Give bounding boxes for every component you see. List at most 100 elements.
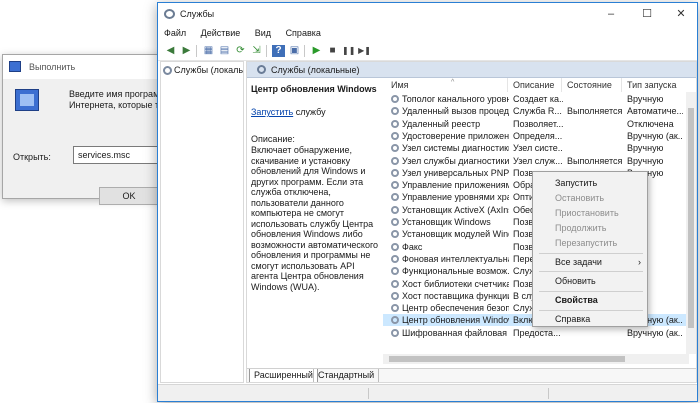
table-row[interactable]: Удаленный вызов процеду... Служба R... Вып…: [383, 105, 689, 117]
all-tasks-label: Все задачи: [555, 257, 602, 267]
cell-text: Установщик модулей Wind...: [402, 229, 509, 240]
cell-text: Позволяет...: [513, 118, 563, 129]
view-tabs: Расширенный Стандартный: [247, 368, 696, 382]
menu-item-restart[interactable]: Перезапустить: [533, 237, 647, 250]
menu-view[interactable]: Вид: [249, 25, 277, 38]
run-ok-button[interactable]: OK: [99, 187, 159, 205]
cell-text: Узел служ...: [513, 155, 563, 166]
window-title: Службы: [180, 9, 215, 19]
menu-item-properties[interactable]: Свойства: [533, 294, 647, 307]
menu-item-help[interactable]: Справка: [533, 313, 647, 326]
table-row[interactable]: Узел службы диагностики Узел служ... Выпол…: [383, 155, 689, 167]
refresh-icon[interactable]: ⟳: [234, 45, 247, 57]
cell-text: Фоновая интеллектуальна...: [402, 253, 509, 264]
cell-name: Узел универсальных PNP-...: [391, 167, 509, 179]
forward-arrow-icon[interactable]: ▶: [180, 45, 193, 57]
cell-name: Управление уровнями хра...: [391, 191, 509, 203]
menu-item-start[interactable]: Запустить: [533, 177, 647, 190]
sort-up-icon: ^: [451, 79, 455, 86]
cell-startup-type: Отключена: [627, 118, 683, 130]
table-row[interactable]: Узел системы диагностики Узел систе... Вру…: [383, 142, 689, 154]
tree-item-services-local[interactable]: Службы (локальны: [163, 65, 243, 77]
console-tree-icon[interactable]: ▦: [202, 45, 215, 57]
menu-item-pause[interactable]: Приостановить: [533, 207, 647, 220]
column-divider[interactable]: [507, 78, 508, 92]
menu-item-stop[interactable]: Остановить: [533, 192, 647, 205]
back-arrow-icon[interactable]: ◀: [164, 45, 177, 57]
pane-header-title: Службы (локальные): [271, 65, 360, 75]
cell-text: Служба R...: [513, 106, 562, 117]
cell-description: Создает ка...: [513, 93, 563, 105]
stop-service-icon[interactable]: ■: [326, 45, 339, 57]
cell-text: Установщик ActiveX (AxIns...: [402, 204, 509, 215]
vertical-scroll-thumb[interactable]: [688, 108, 694, 328]
menu-item-all-tasks[interactable]: Все задачи ›: [533, 256, 647, 269]
cell-startup-type: Вручную: [627, 142, 683, 154]
cell-status: Выполняется: [567, 105, 623, 117]
cell-text: Позв: [513, 278, 534, 289]
cell-description: Позволяет...: [513, 118, 563, 130]
properties-icon[interactable]: ▤: [218, 45, 231, 57]
menu-help[interactable]: Справка: [280, 25, 327, 38]
column-status[interactable]: Состояние: [567, 78, 612, 92]
minimize-button[interactable]: –: [594, 3, 628, 25]
table-row[interactable]: Удостоверение приложения Определя... Вручн…: [383, 130, 689, 142]
cell-name: Установщик модулей Wind...: [391, 228, 509, 240]
action-pane-icon[interactable]: ▣: [288, 45, 301, 57]
menu-file[interactable]: Файл: [158, 25, 192, 38]
close-button[interactable]: ✕: [664, 3, 698, 25]
service-gear-icon: [391, 304, 399, 313]
service-gear-icon: [391, 131, 399, 140]
cell-name: Хост поставщика функции...: [391, 290, 509, 302]
table-row[interactable]: Шифрованная файловая с... Предоста... Вруч…: [383, 327, 689, 339]
cell-status: [567, 327, 623, 339]
restart-service-icon[interactable]: ▶❚: [358, 45, 371, 57]
tree-item-label: Службы (локальны: [174, 65, 243, 75]
cell-name: Центр обновления Windows: [391, 314, 509, 326]
menu-action[interactable]: Действие: [195, 25, 247, 38]
cell-text: Хост поставщика функции...: [402, 290, 509, 301]
maximize-button[interactable]: ☐: [630, 3, 664, 25]
service-gear-icon: [391, 119, 399, 128]
service-detail-panel: Центр обновления Windows Запустить служб…: [247, 78, 383, 368]
column-divider[interactable]: [561, 78, 562, 92]
horizontal-scroll-thumb[interactable]: [389, 356, 625, 362]
start-service-link[interactable]: Запустить: [251, 107, 293, 117]
service-gear-icon: [391, 316, 399, 325]
cell-text: Шифрованная файловая с...: [402, 327, 509, 338]
column-divider[interactable]: [621, 78, 622, 92]
help-icon[interactable]: ?: [272, 45, 285, 57]
column-name[interactable]: Имя ^: [391, 78, 454, 92]
start-service-icon[interactable]: ▶: [310, 45, 323, 57]
cell-text: Позв: [513, 217, 534, 227]
table-row[interactable]: Удаленный реестр Позволяет... Отключена: [383, 118, 689, 130]
pause-service-icon[interactable]: ❚❚: [342, 45, 355, 57]
services-gear-icon: [257, 65, 266, 74]
cell-name: Шифрованная файловая с...: [391, 327, 509, 339]
cell-description: Определя...: [513, 130, 563, 142]
cell-text: Автоматиче...: [627, 106, 683, 117]
menu-separator: [539, 291, 643, 292]
column-startup-type[interactable]: Тип запуска: [627, 78, 677, 92]
cell-text: Предоста...: [513, 327, 561, 338]
service-gear-icon: [391, 156, 399, 165]
column-description[interactable]: Описание: [513, 78, 554, 92]
tab-standard[interactable]: Стандартный: [313, 369, 380, 382]
menu-item-resume[interactable]: Продолжить: [533, 222, 647, 235]
cell-text: Центр обеспечения безоп...: [402, 303, 509, 314]
cell-text: Хост библиотеки счетчика...: [402, 278, 509, 289]
vertical-scrollbar[interactable]: [686, 92, 696, 354]
cell-text: Вручную: [627, 143, 664, 154]
service-gear-icon: [391, 181, 399, 190]
table-row[interactable]: Тополог канального уровня Создает ка... Вр…: [383, 93, 689, 105]
service-description: Включает обнаружение, скачивание и устан…: [251, 145, 379, 292]
cell-text: Выполняется: [567, 106, 623, 117]
export-list-icon[interactable]: ⇲: [250, 45, 263, 57]
horizontal-scrollbar[interactable]: [383, 354, 689, 364]
cell-text: Вручную (ак...: [627, 327, 683, 338]
menu-item-refresh[interactable]: Обновить: [533, 275, 647, 288]
cell-description: Узел систе...: [513, 142, 563, 154]
tab-extended[interactable]: Расширенный: [249, 369, 318, 382]
service-gear-icon: [391, 144, 399, 153]
cell-text: Узел системы диагностики: [402, 143, 509, 154]
